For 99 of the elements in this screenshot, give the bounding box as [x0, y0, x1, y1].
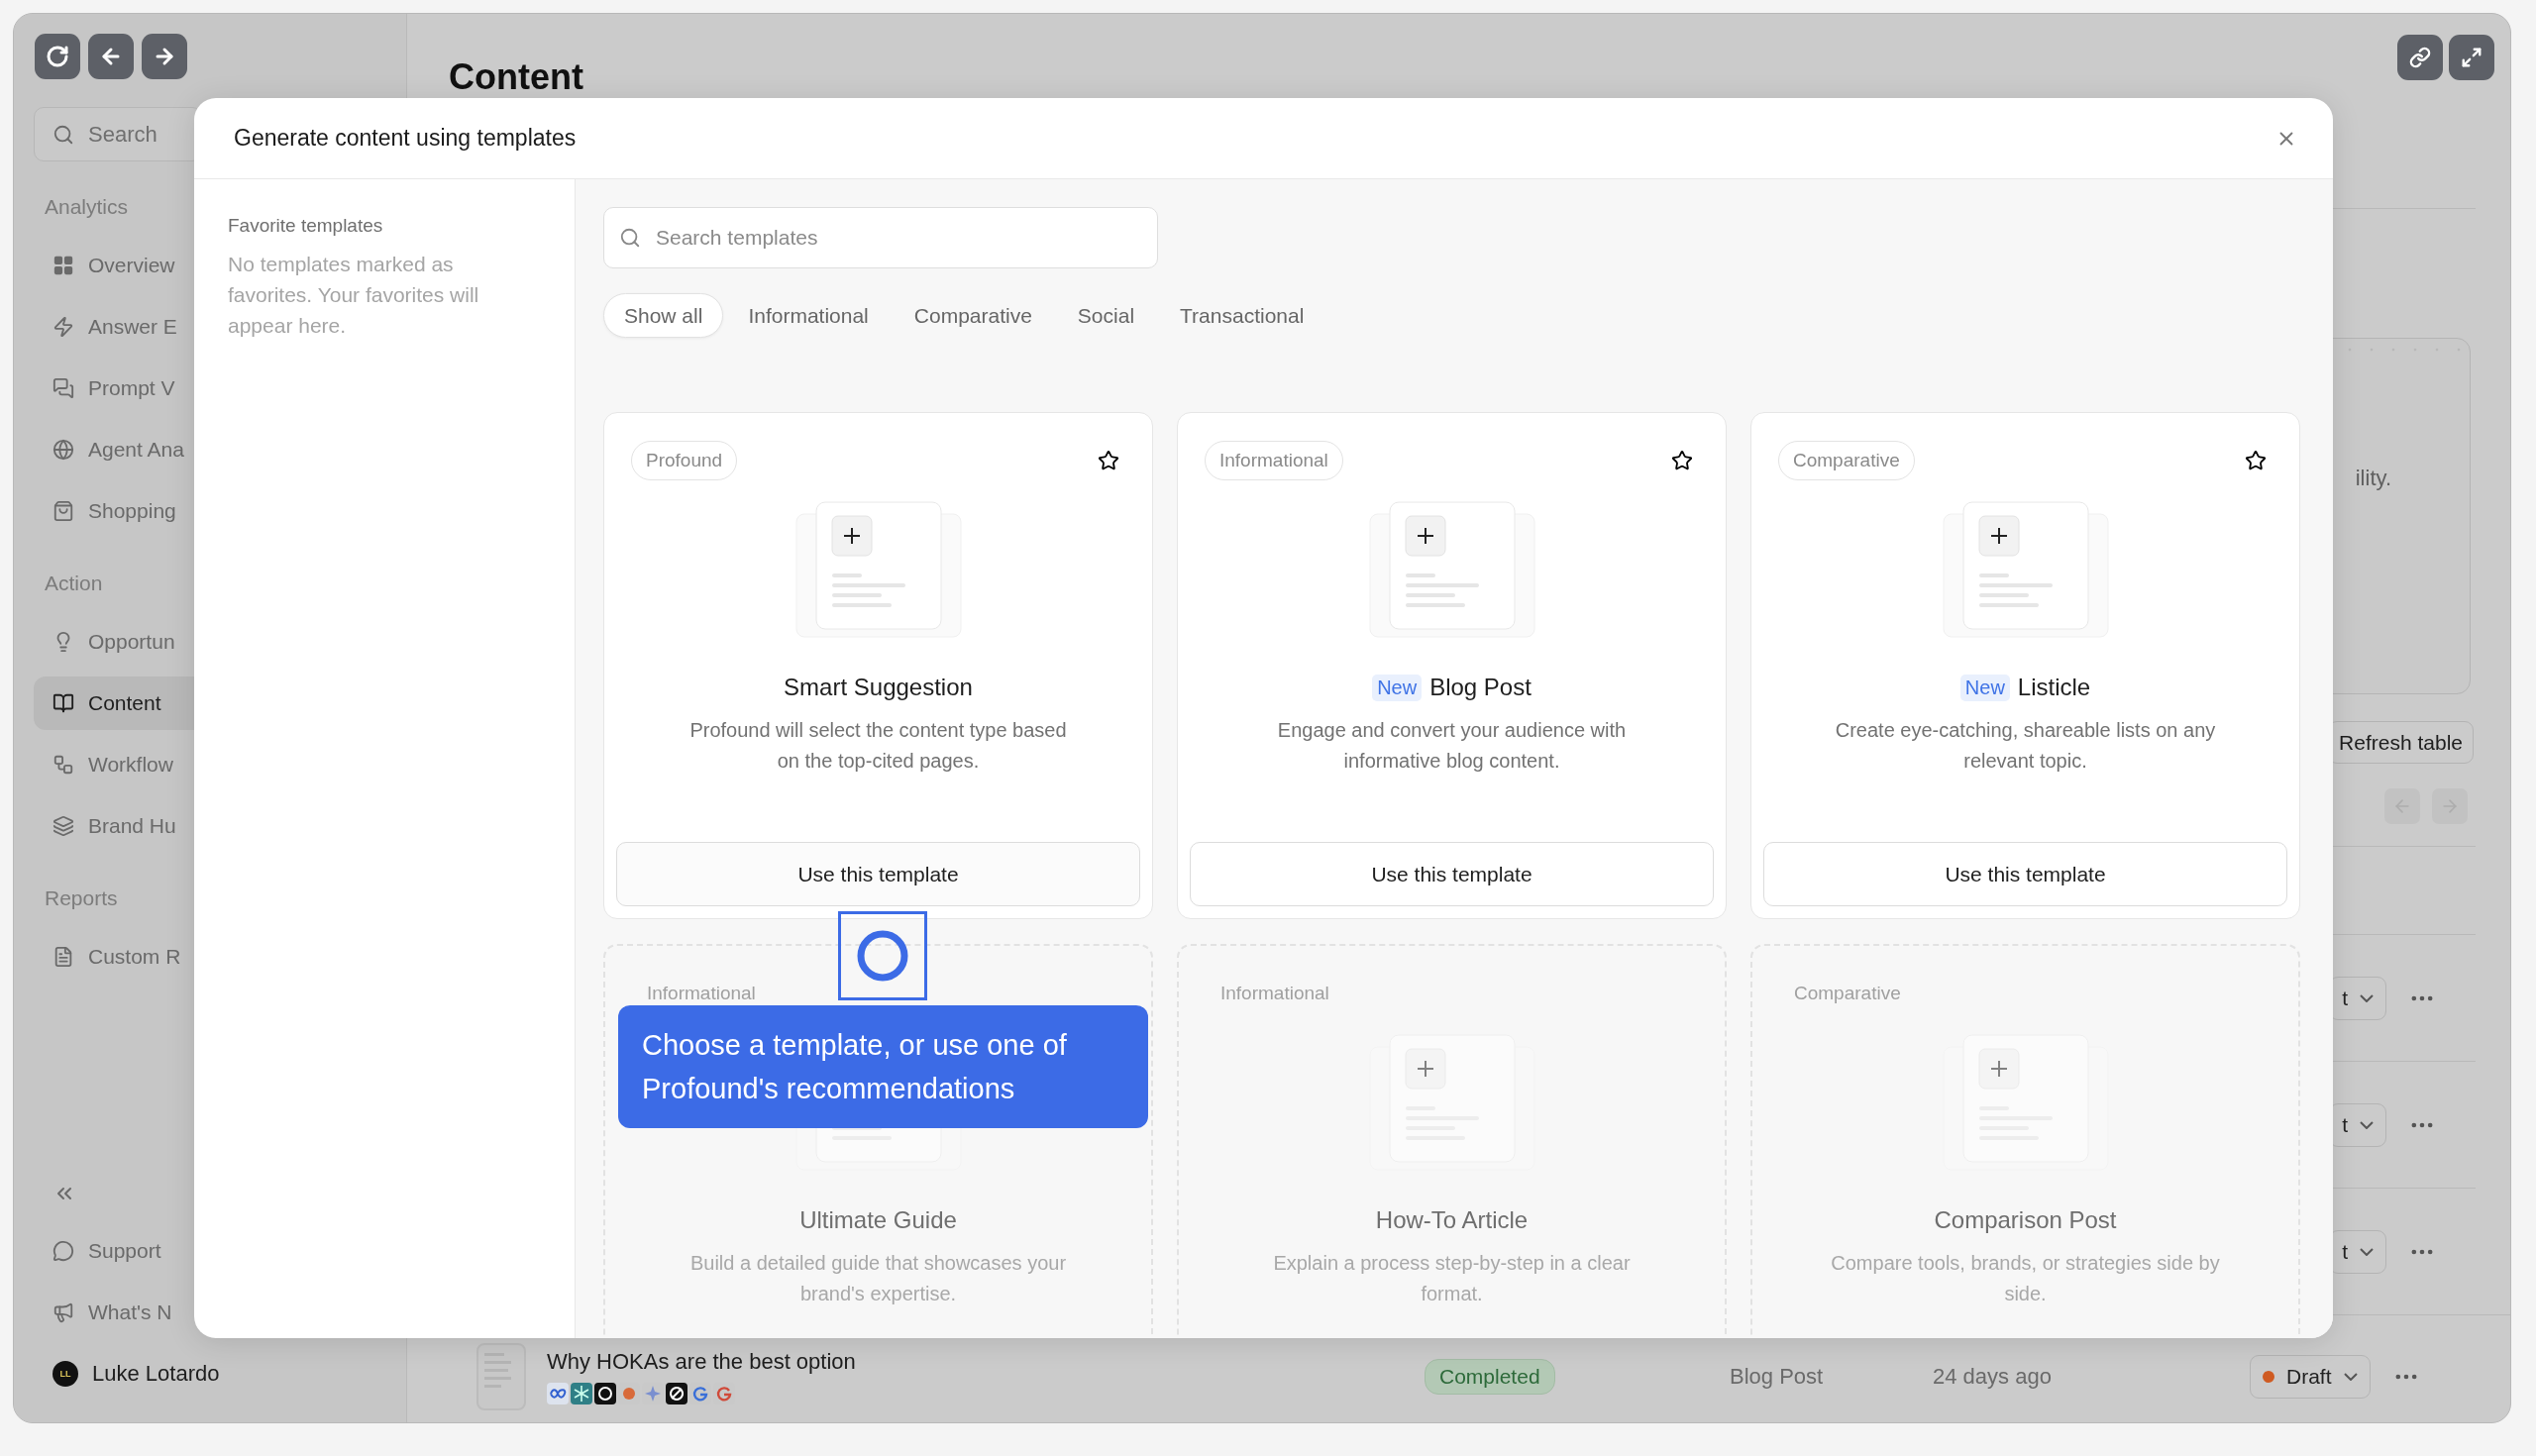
- template-description: Profound will select the content type based on the top-cited pages.: [688, 718, 1068, 774]
- sidebar-item[interactable]: Workflow: [34, 738, 194, 791]
- filter-tab[interactable]: Show all: [603, 293, 724, 338]
- sidebar-item[interactable]: Answer E: [34, 300, 194, 354]
- template-title: Listicle: [2017, 673, 2091, 702]
- user-menu[interactable]: LL Luke Lotardo: [34, 1347, 331, 1401]
- sidebar-item-label: Answer E: [88, 315, 177, 339]
- star-icon[interactable]: [1671, 450, 1693, 471]
- section-heading: Analytics: [44, 194, 130, 220]
- sidebar-item[interactable]: Content: [34, 676, 194, 730]
- content-age: 24 days ago: [1933, 1364, 2053, 1390]
- sidebar-item-label: Custom R: [88, 945, 181, 969]
- document-thumbnail: [476, 1343, 526, 1410]
- status-badge: Completed: [1425, 1359, 1555, 1395]
- sidebar-item-label: Brand Hu: [88, 814, 176, 838]
- user-avatar: LL: [53, 1361, 78, 1387]
- sidebar-item[interactable]: Brand Hu: [34, 799, 194, 853]
- star-icon[interactable]: [2245, 450, 2267, 471]
- caret-icon: [2360, 1247, 2374, 1256]
- sidebar-item[interactable]: What's N: [34, 1286, 194, 1339]
- section-heading: Action: [44, 571, 104, 596]
- reload-icon: [46, 45, 69, 68]
- document-icon: [53, 946, 74, 968]
- expand-icon: [2461, 47, 2483, 68]
- sidebar-item[interactable]: Support: [34, 1224, 194, 1278]
- caret-icon: [2343, 1373, 2358, 1381]
- new-badge: New: [1372, 674, 1423, 701]
- sidebar-item-label: What's N: [88, 1300, 172, 1324]
- layers-icon: [53, 815, 74, 837]
- sidebar-item-label: Overview: [88, 254, 175, 277]
- use-template-button[interactable]: Use this template: [1763, 842, 2287, 906]
- ring-icon: [856, 929, 909, 983]
- template-title: How-To Article: [1375, 1205, 1529, 1235]
- content-type: Blog Post: [1730, 1364, 1825, 1390]
- grid-icon: [53, 255, 74, 276]
- search-icon: [53, 123, 74, 146]
- bag-icon: [53, 500, 74, 522]
- content-title[interactable]: Why HOKAs are the best option: [547, 1349, 856, 1375]
- sidebar-item-label: Shopping: [88, 499, 176, 523]
- link-button[interactable]: [2397, 35, 2443, 80]
- template-title: Smart Suggestion: [784, 673, 973, 702]
- status-dot: [2263, 1371, 2274, 1383]
- section-heading: Reports: [44, 885, 119, 911]
- template-description: Explain a process step-by-step in a clear format.: [1272, 1251, 1632, 1306]
- template-description: Engage and convert your audience with informative blog content.: [1276, 718, 1628, 774]
- chat-bubble-icon: [53, 1240, 74, 1262]
- template-description: Create eye-catching, shareable lists on any relevant topic.: [1834, 718, 2217, 774]
- filter-tab[interactable]: Comparative: [893, 293, 1053, 338]
- sidebar-item-label: Support: [88, 1239, 161, 1263]
- user-name: Luke Lotardo: [92, 1361, 220, 1387]
- search-placeholder: Search: [88, 121, 158, 148]
- reload-button[interactable]: [35, 34, 80, 79]
- book-icon: [53, 692, 74, 714]
- category-tag: Informational: [1206, 974, 1344, 1013]
- tooltip: Choose a template, or use one of Profound's recommendations: [618, 1005, 1148, 1128]
- lightning-icon: [53, 316, 74, 338]
- sidebar-item[interactable]: Prompt V: [34, 362, 194, 415]
- dialog-title: Generate content using templates: [234, 125, 577, 152]
- template-title: Blog Post: [1429, 673, 1532, 702]
- forward-button[interactable]: [142, 34, 187, 79]
- chat-bubbles-icon: [53, 377, 74, 399]
- use-template-button[interactable]: Use this template: [1190, 842, 1714, 906]
- sidebar-item[interactable]: Custom R: [34, 930, 194, 984]
- link-icon: [2409, 47, 2431, 68]
- sidebar-item-label: Workflow: [88, 753, 173, 777]
- sidebar-item-label: Opportun: [88, 630, 175, 654]
- template-description: Build a detailed guide that showcases your brand's expertise.: [688, 1251, 1068, 1306]
- template-description: Compare tools, brands, or strategies side by side.: [1830, 1251, 2221, 1306]
- star-icon[interactable]: [1098, 450, 1119, 471]
- favorites-heading: Favorite templates: [228, 215, 384, 237]
- megaphone-icon: [53, 1301, 74, 1323]
- caret-icon: [2360, 993, 2374, 1002]
- infinity-icon: [547, 1383, 569, 1404]
- filter-tab[interactable]: Transactional: [1159, 293, 1325, 338]
- filter-tab[interactable]: Informational: [727, 293, 890, 338]
- sidebar-item[interactable]: Agent Ana: [34, 423, 194, 476]
- sidebar-item[interactable]: Overview: [34, 239, 194, 292]
- sidebar-item-label: Prompt V: [88, 376, 175, 400]
- sidebar-item[interactable]: Shopping: [34, 484, 194, 538]
- search-icon: [619, 227, 641, 249]
- snowflake-icon: [571, 1383, 592, 1404]
- page-title: Content: [449, 57, 583, 97]
- template-title: Ultimate Guide: [799, 1205, 957, 1235]
- caret-icon: [2360, 1120, 2374, 1129]
- template-search-field[interactable]: Search templates: [603, 207, 1158, 268]
- globe-icon: [53, 439, 74, 461]
- flowchart-icon: [53, 754, 74, 776]
- sidebar-item-label: Content: [88, 691, 161, 715]
- new-badge: New: [1959, 674, 2010, 701]
- filter-tab[interactable]: Social: [1056, 293, 1156, 338]
- state-dropdown[interactable]: Draft: [2250, 1355, 2371, 1399]
- category-tag: Comparative: [1779, 974, 1916, 1013]
- back-button[interactable]: [88, 34, 134, 79]
- expand-button[interactable]: [2449, 35, 2494, 80]
- sidebar-item[interactable]: Opportun: [34, 615, 194, 669]
- favorites-empty-text: No templates marked as favorites. Your favorites will appear here.: [228, 252, 480, 339]
- use-template-button[interactable]: Use this template: [616, 842, 1140, 906]
- template-title: Comparison Post: [1934, 1205, 2117, 1235]
- sidebar-item-label: Agent Ana: [88, 438, 184, 462]
